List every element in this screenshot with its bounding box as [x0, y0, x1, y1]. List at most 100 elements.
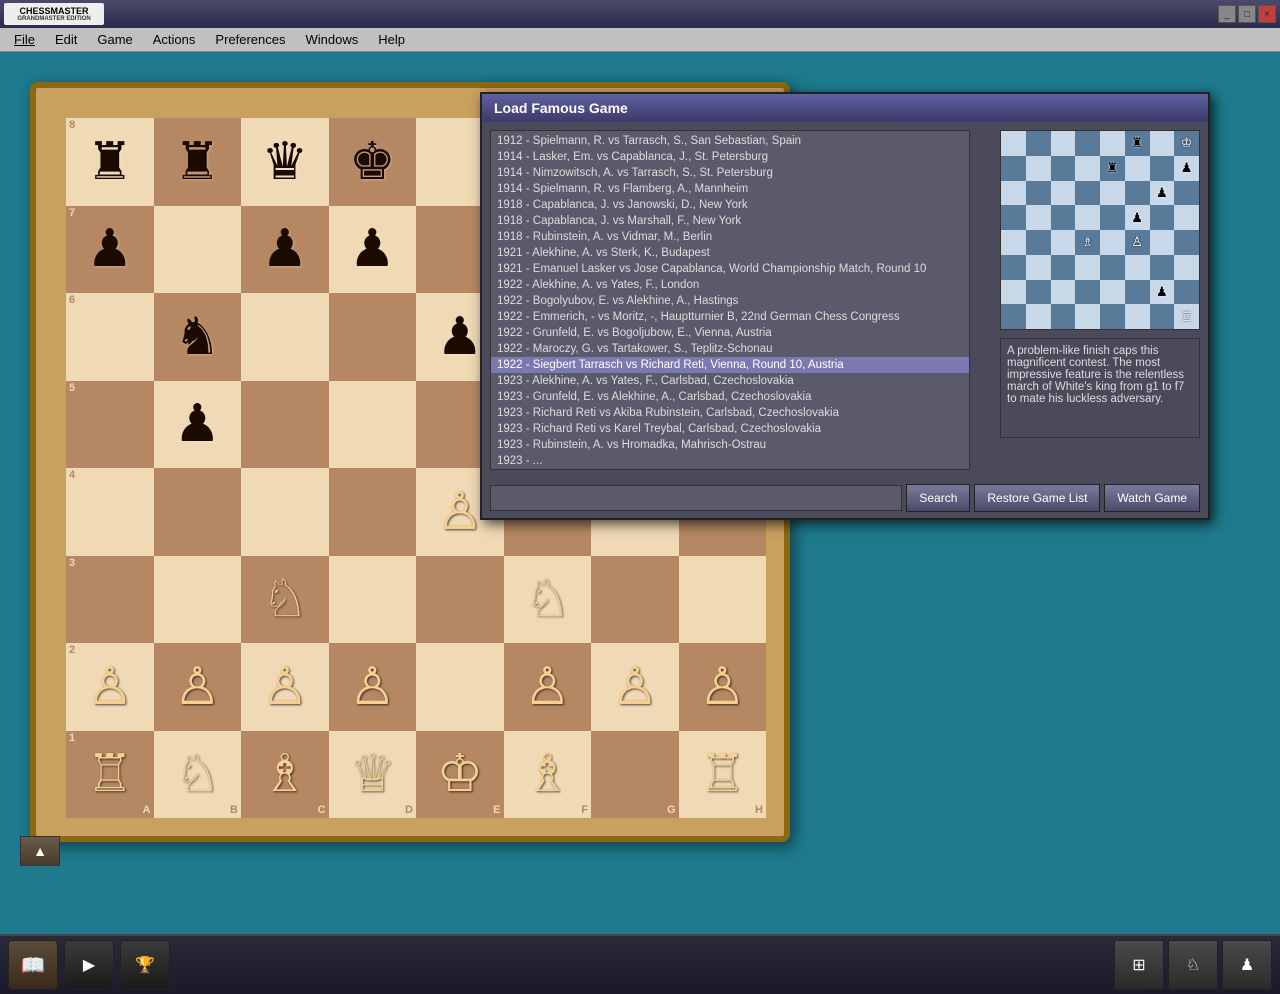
game-list[interactable]: 1912 - Ossip Bernstein vs Akiba Rubinste… [490, 130, 970, 470]
menu-item-game[interactable]: Game [87, 28, 142, 51]
game-list-item[interactable]: 1923 - Richard Reti vs Karel Treybal, Ca… [491, 421, 969, 437]
restore-game-list-button[interactable]: Restore Game List [974, 484, 1100, 512]
game-list-item[interactable]: 1922 - Maroczy, G. vs Tartakower, S., Te… [491, 341, 969, 357]
square-h2[interactable]: ♙ [679, 643, 767, 731]
watch-game-button[interactable]: Watch Game [1104, 484, 1200, 512]
piece-e1: ♔ [436, 748, 483, 800]
square-a3[interactable]: 3 [66, 556, 154, 644]
grid-button[interactable]: ⊞ [1114, 940, 1164, 990]
menu-item-actions[interactable]: Actions [143, 28, 206, 51]
game-list-item[interactable]: 1922 - Siegbert Tarrasch vs Richard Reti… [491, 357, 969, 373]
square-d4[interactable] [329, 468, 417, 556]
square-d1[interactable]: ♕D [329, 731, 417, 819]
square-d3[interactable] [329, 556, 417, 644]
menu-item-file[interactable]: File [4, 28, 45, 51]
square-f2[interactable]: ♙ [504, 643, 592, 731]
square-c7[interactable]: ♟ [241, 206, 329, 294]
maximize-button[interactable]: □ [1238, 5, 1256, 23]
square-a1[interactable]: ♖1A [66, 731, 154, 819]
dialog-footer: Search Restore Game List Watch Game [482, 478, 1208, 518]
square-a5[interactable]: 5 [66, 381, 154, 469]
square-a2[interactable]: ♙2 [66, 643, 154, 731]
square-c1[interactable]: ♗C [241, 731, 329, 819]
square-a8[interactable]: ♜8 [66, 118, 154, 206]
mini-square-b2 [1026, 280, 1051, 305]
search-input[interactable] [490, 485, 902, 511]
square-f3[interactable]: ♘ [504, 556, 592, 644]
knight-button[interactable]: ♘ [1168, 940, 1218, 990]
game-list-item[interactable]: 1923 - ... [491, 453, 969, 469]
square-a6[interactable]: 6 [66, 293, 154, 381]
game-list-item[interactable]: 1922 - Bogolyubov, E. vs Alekhine, A., H… [491, 293, 969, 309]
game-list-item[interactable]: 1914 - Lasker, Em. vs Capablanca, J., St… [491, 149, 969, 165]
game-list-item[interactable]: 1922 - Grunfeld, E. vs Bogoljubow, E., V… [491, 325, 969, 341]
square-b1[interactable]: ♘B [154, 731, 242, 819]
square-a4[interactable]: 4 [66, 468, 154, 556]
pawn-button[interactable]: ♟ [1222, 940, 1272, 990]
square-d7[interactable]: ♟ [329, 206, 417, 294]
game-list-item[interactable]: 1923 - Richard Reti vs Akiba Rubinstein,… [491, 405, 969, 421]
square-c8[interactable]: ♛ [241, 118, 329, 206]
square-a7[interactable]: ♟7 [66, 206, 154, 294]
mini-square-g6: ♟ [1150, 181, 1175, 206]
square-f1[interactable]: ♗F [504, 731, 592, 819]
menu-item-edit[interactable]: Edit [45, 28, 87, 51]
square-h1[interactable]: ♖H [679, 731, 767, 819]
titlebar-controls[interactable]: _ □ × [1218, 5, 1276, 23]
close-button[interactable]: × [1258, 5, 1276, 23]
piece-d8: ♚ [349, 136, 396, 188]
square-c5[interactable] [241, 381, 329, 469]
square-e2[interactable] [416, 643, 504, 731]
square-h3[interactable] [679, 556, 767, 644]
game-list-item[interactable]: 1912 - Spielmann, R. vs Tarrasch, S., Sa… [491, 133, 969, 149]
square-b6[interactable]: ♞ [154, 293, 242, 381]
square-e3[interactable] [416, 556, 504, 644]
square-g1[interactable]: G [591, 731, 679, 819]
square-d2[interactable]: ♙ [329, 643, 417, 731]
trophy-button[interactable]: 🏆 [120, 940, 170, 990]
square-c6[interactable] [241, 293, 329, 381]
scroll-arrow[interactable]: ▲ [20, 836, 60, 866]
square-c2[interactable]: ♙ [241, 643, 329, 731]
game-list-item[interactable]: 1914 - Spielmann, R. vs Flamberg, A., Ma… [491, 181, 969, 197]
square-b5[interactable]: ♟ [154, 381, 242, 469]
square-g2[interactable]: ♙ [591, 643, 679, 731]
game-list-item[interactable]: 1922 - Emmerich, - vs Moritz, -, Haupttu… [491, 309, 969, 325]
game-list-item[interactable]: 1914 - Nimzowitsch, A. vs Tarrasch, S., … [491, 165, 969, 181]
square-d5[interactable] [329, 381, 417, 469]
square-e1[interactable]: ♔E [416, 731, 504, 819]
game-list-item[interactable]: 1921 - Emanuel Lasker vs Jose Capablanca… [491, 261, 969, 277]
mini-square-b5 [1026, 205, 1051, 230]
menu-item-windows[interactable]: Windows [296, 28, 369, 51]
game-list-item[interactable]: 1918 - Capablanca, J. vs Janowski, D., N… [491, 197, 969, 213]
square-b8[interactable]: ♜ [154, 118, 242, 206]
game-list-item[interactable]: 1922 - Alekhine, A. vs Yates, F., London [491, 277, 969, 293]
piece-f2: ♙ [524, 661, 571, 713]
game-list-item[interactable]: 1921 - Alekhine, A. vs Sterk, K., Budape… [491, 245, 969, 261]
square-b7[interactable] [154, 206, 242, 294]
game-list-item[interactable]: 1923 - Alekhine, A. vs Yates, F., Carlsb… [491, 373, 969, 389]
mini-square-a6 [1001, 181, 1026, 206]
square-b3[interactable] [154, 556, 242, 644]
square-d8[interactable]: ♚ [329, 118, 417, 206]
file-label-g: G [667, 805, 676, 816]
mini-square-d3 [1075, 255, 1100, 280]
game-list-item[interactable]: 1923 - Grunfeld, E. vs Alekhine, A., Car… [491, 389, 969, 405]
play-button[interactable]: ▶ [64, 940, 114, 990]
square-b2[interactable]: ♙ [154, 643, 242, 731]
square-c4[interactable] [241, 468, 329, 556]
square-d6[interactable] [329, 293, 417, 381]
square-c3[interactable]: ♘ [241, 556, 329, 644]
game-list-item[interactable]: 1918 - Rubinstein, A. vs Vidmar, M., Ber… [491, 229, 969, 245]
mini-square-h4 [1174, 230, 1199, 255]
menu-item-preferences[interactable]: Preferences [205, 28, 295, 51]
mini-square-g4 [1150, 230, 1175, 255]
game-list-item[interactable]: 1923 - Rubinstein, A. vs Hromadka, Mahri… [491, 437, 969, 453]
menu-item-help[interactable]: Help [368, 28, 415, 51]
book-button[interactable]: 📖 [8, 940, 58, 990]
search-button[interactable]: Search [906, 484, 970, 512]
game-list-item[interactable]: 1918 - Capablanca, J. vs Marshall, F., N… [491, 213, 969, 229]
minimize-button[interactable]: _ [1218, 5, 1236, 23]
square-g3[interactable] [591, 556, 679, 644]
square-b4[interactable] [154, 468, 242, 556]
